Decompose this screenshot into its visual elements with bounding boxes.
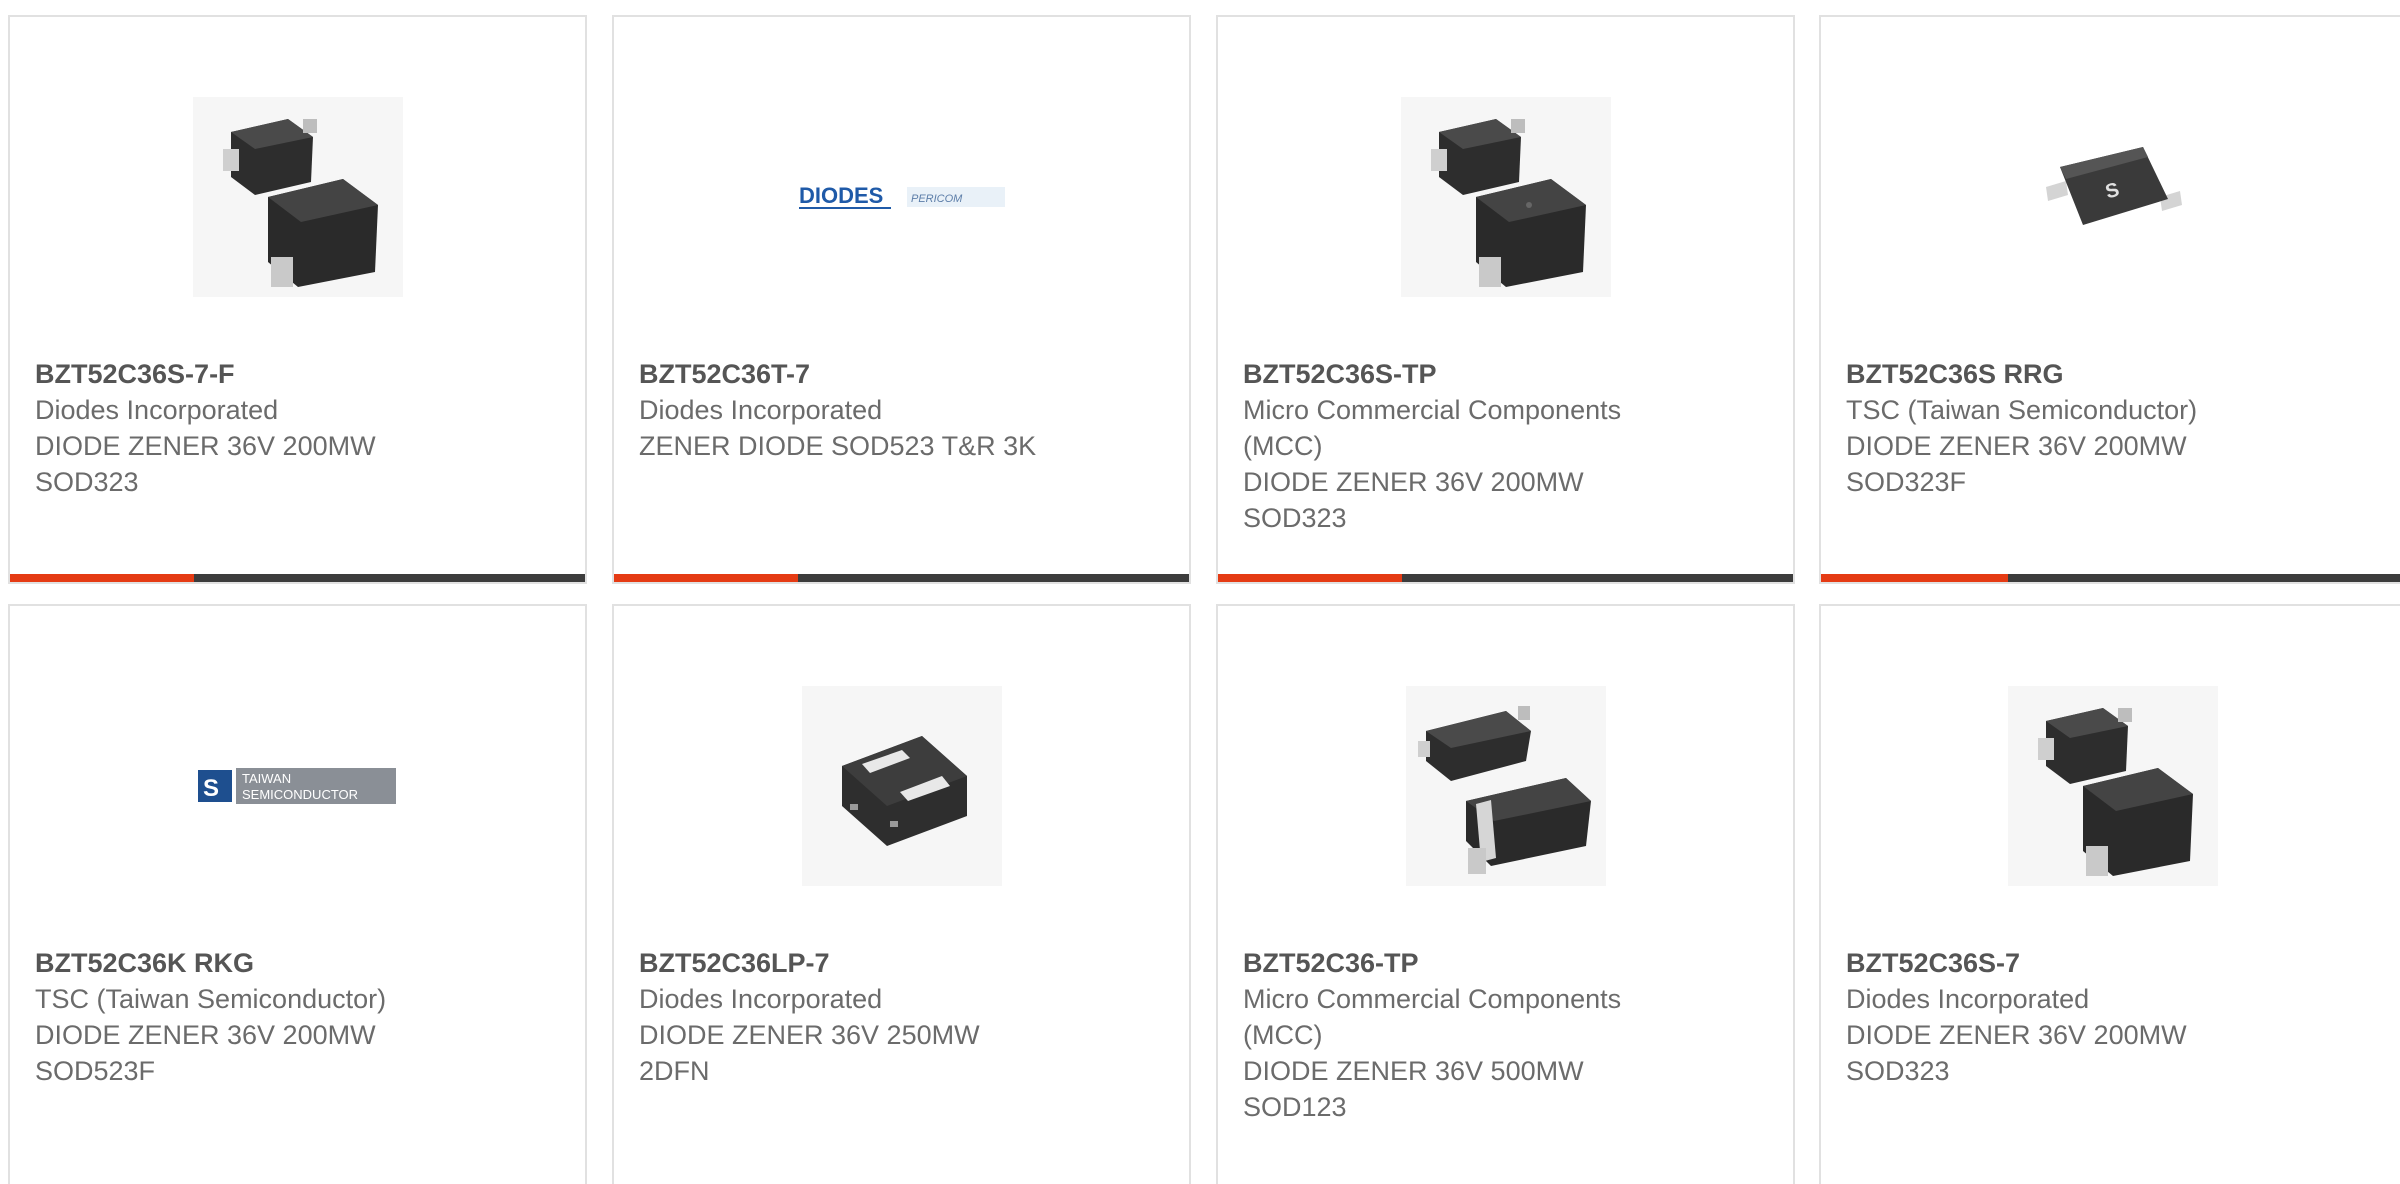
product-image[interactable]: S — [1821, 87, 2400, 307]
manufacturer: Micro Commercial Components — [1243, 395, 1622, 425]
product-image[interactable] — [614, 676, 1189, 896]
description: DIODE ZENER 36V 200MW — [1846, 431, 2187, 461]
manufacturer: (MCC) — [1243, 431, 1323, 461]
product-image[interactable] — [1218, 87, 1793, 307]
dfn-package-photo-icon — [801, 686, 1002, 886]
manufacturer: TSC (Taiwan Semiconductor) — [1846, 395, 2198, 425]
part-number[interactable]: BZT52C36-TP — [1243, 945, 1773, 981]
manufacturer: Diodes Incorporated — [35, 395, 279, 425]
description: DIODE ZENER 36V 200MW — [1846, 1020, 2187, 1050]
manufacturer: (MCC) — [1243, 1020, 1323, 1050]
product-card[interactable]: BZT52C36S-TP Micro Commercial Components… — [1216, 15, 1795, 584]
sod323-package-photo-icon — [192, 97, 403, 297]
progress-bar — [10, 574, 585, 582]
manufacturer: Diodes Incorporated — [639, 984, 883, 1014]
progress-fill — [10, 574, 194, 582]
part-number[interactable]: BZT52C36S RRG — [1846, 356, 2384, 392]
sod323f-package-photo-icon: S — [2045, 147, 2182, 225]
progress-fill — [614, 574, 798, 582]
product-image[interactable] — [10, 87, 585, 307]
product-image[interactable] — [1821, 676, 2400, 896]
manufacturer: TSC (Taiwan Semiconductor) — [35, 984, 387, 1014]
progress-fill — [1821, 574, 2008, 582]
manufacturer: Diodes Incorporated — [639, 395, 883, 425]
product-image[interactable]: S TAIWAN SEMICONDUCTOR — [10, 676, 585, 896]
description: SOD523F — [35, 1056, 156, 1086]
product-card[interactable]: DIODES PERICOM BZT52C36T-7 Diodes Incorp… — [612, 15, 1191, 584]
description: SOD323 — [1846, 1056, 1950, 1086]
progress-bar — [614, 574, 1189, 582]
description: DIODE ZENER 36V 200MW — [1243, 467, 1584, 497]
sod123-package-photo-icon — [1405, 686, 1606, 886]
product-card[interactable]: BZT52C36S-7-F Diodes Incorporated DIODE … — [8, 15, 587, 584]
description: SOD323F — [1846, 467, 1967, 497]
product-image[interactable]: DIODES PERICOM — [614, 87, 1189, 307]
description: SOD323 — [35, 467, 139, 497]
part-number[interactable]: BZT52C36S-7-F — [35, 356, 565, 392]
svg-text:SEMICONDUCTOR: SEMICONDUCTOR — [242, 787, 358, 802]
description: 2DFN — [639, 1056, 710, 1086]
product-card[interactable]: BZT52C36-TP Micro Commercial Components … — [1216, 604, 1795, 1184]
description: DIODE ZENER 36V 250MW — [639, 1020, 980, 1050]
sod323-package-photo-icon — [1400, 97, 1611, 297]
progress-fill — [1218, 574, 1402, 582]
part-number[interactable]: BZT52C36S-TP — [1243, 356, 1773, 392]
description: DIODE ZENER 36V 200MW — [35, 1020, 376, 1050]
diodes-pericom-logo-icon: DIODES PERICOM — [798, 183, 1005, 209]
product-card[interactable]: BZT52C36S-7 Diodes Incorporated DIODE ZE… — [1819, 604, 2400, 1184]
description: SOD123 — [1243, 1092, 1347, 1122]
product-card[interactable]: BZT52C36LP-7 Diodes Incorporated DIODE Z… — [612, 604, 1191, 1184]
manufacturer: Micro Commercial Components — [1243, 984, 1622, 1014]
part-number[interactable]: BZT52C36LP-7 — [639, 945, 1169, 981]
svg-text:TAIWAN: TAIWAN — [242, 771, 291, 786]
svg-text:DIODES: DIODES — [799, 183, 883, 208]
product-image[interactable] — [1218, 676, 1793, 896]
progress-bar — [1218, 574, 1793, 582]
taiwan-semiconductor-logo-icon: S TAIWAN SEMICONDUCTOR — [197, 768, 396, 804]
sod323-package-photo-icon — [2007, 686, 2218, 886]
description: DIODE ZENER 36V 500MW — [1243, 1056, 1584, 1086]
part-number[interactable]: BZT52C36S-7 — [1846, 945, 2384, 981]
product-card[interactable]: S BZT52C36S RRG TSC (Taiwan Semiconducto… — [1819, 15, 2400, 584]
progress-bar — [1821, 574, 2400, 582]
product-card[interactable]: S TAIWAN SEMICONDUCTOR BZT52C36K RKG TSC… — [8, 604, 587, 1184]
part-number[interactable]: BZT52C36T-7 — [639, 356, 1169, 392]
description: ZENER DIODE SOD523 T&R 3K — [639, 431, 1037, 461]
svg-text:S: S — [203, 775, 219, 802]
part-number[interactable]: BZT52C36K RKG — [35, 945, 565, 981]
svg-text:PERICOM: PERICOM — [911, 193, 963, 205]
description: DIODE ZENER 36V 200MW — [35, 431, 376, 461]
manufacturer: Diodes Incorporated — [1846, 984, 2090, 1014]
description: SOD323 — [1243, 503, 1347, 533]
